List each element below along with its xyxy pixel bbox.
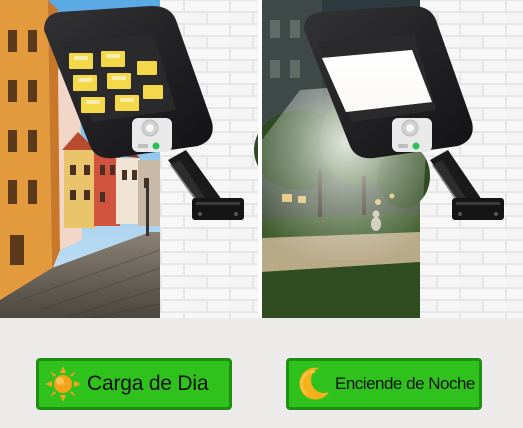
moon-icon xyxy=(299,367,329,400)
day-charge-label: Carga de Dia xyxy=(87,372,209,395)
night-on-badge: Enciende de Noche xyxy=(286,358,482,410)
sun-icon xyxy=(45,366,81,402)
day-charge-badge: Carga de Dia xyxy=(36,358,232,410)
comparison-photo xyxy=(0,0,523,318)
product-image: Carga de Dia Enciende de Noche xyxy=(0,0,523,428)
night-on-label: Enciende de Noche xyxy=(335,374,475,393)
